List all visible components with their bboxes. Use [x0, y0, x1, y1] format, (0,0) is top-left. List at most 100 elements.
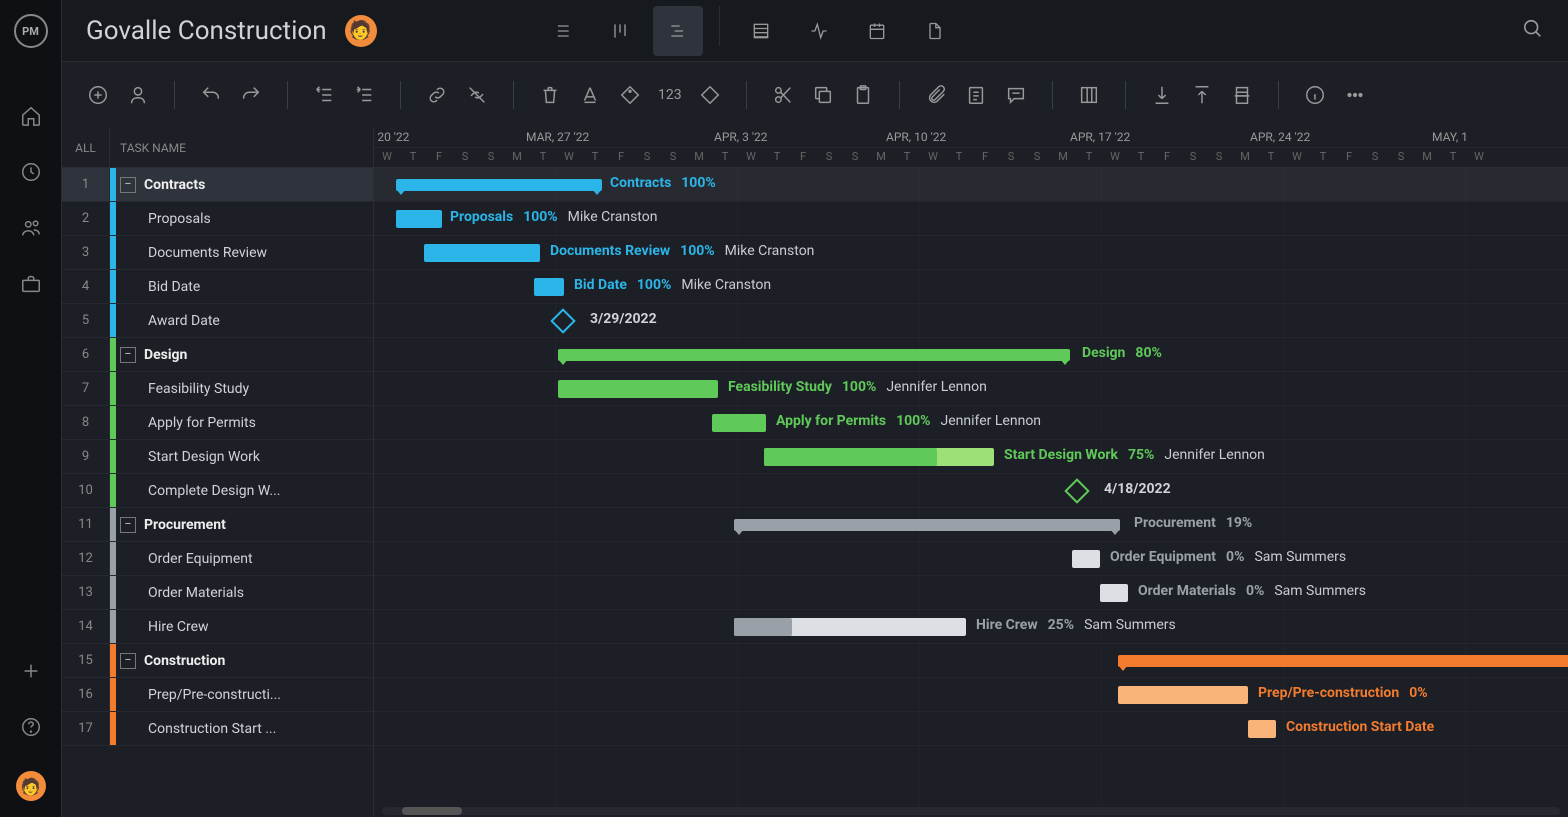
team-icon[interactable] [19, 216, 43, 240]
task-row[interactable]: 3Documents Review [62, 236, 373, 270]
milestone-marker[interactable] [1064, 478, 1089, 503]
task-bar[interactable] [1100, 584, 1128, 602]
gantt-row[interactable]: 3/29/2022 [374, 304, 1568, 338]
outdent-icon[interactable] [312, 83, 336, 107]
horizontal-scrollbar[interactable] [382, 807, 1560, 815]
gantt-row[interactable]: Contracts100% [374, 168, 1568, 202]
gantt-row[interactable]: Hire Crew25%Sam Summers [374, 610, 1568, 644]
gantt-row[interactable]: Construction Start Date [374, 712, 1568, 746]
collapse-toggle[interactable]: − [120, 517, 136, 533]
task-row[interactable]: 12Order Equipment [62, 542, 373, 576]
task-bar[interactable] [1072, 550, 1100, 568]
collapse-toggle[interactable]: − [120, 347, 136, 363]
search-icon[interactable] [1522, 18, 1544, 44]
task-bar[interactable] [424, 244, 540, 262]
user-avatar[interactable]: 🧑 [16, 771, 46, 801]
list-view-tab[interactable] [537, 6, 587, 56]
task-bar[interactable] [712, 414, 766, 432]
indent-icon[interactable] [352, 83, 376, 107]
import-icon[interactable] [1150, 83, 1174, 107]
gantt-row[interactable]: Proposals100%Mike Cranston [374, 202, 1568, 236]
gantt-row[interactable]: Prep/Pre-construction0% [374, 678, 1568, 712]
task-bar[interactable] [558, 380, 718, 398]
gantt-row[interactable]: Documents Review100%Mike Cranston [374, 236, 1568, 270]
gantt-row[interactable]: Start Design Work75%Jennifer Lennon [374, 440, 1568, 474]
task-bar[interactable] [396, 210, 442, 228]
task-row[interactable]: 7Feasibility Study [62, 372, 373, 406]
attach-icon[interactable] [924, 83, 948, 107]
gantt-row[interactable]: Apply for Permits100%Jennifer Lennon [374, 406, 1568, 440]
export-icon[interactable] [1190, 83, 1214, 107]
print-icon[interactable] [1230, 83, 1254, 107]
add-icon[interactable] [19, 659, 43, 683]
task-row[interactable]: 15−Construction [62, 644, 373, 678]
board-view-tab[interactable] [595, 6, 645, 56]
project-owner-avatar[interactable]: 🧑 [345, 15, 377, 47]
task-row[interactable]: 10Complete Design W... [62, 474, 373, 508]
summary-bar[interactable] [1118, 655, 1568, 667]
notes-icon[interactable] [964, 83, 988, 107]
task-bar[interactable] [1118, 686, 1248, 704]
gantt-row[interactable]: Procurement19% [374, 508, 1568, 542]
task-row[interactable]: 8Apply for Permits [62, 406, 373, 440]
comment-icon[interactable] [1004, 83, 1028, 107]
gantt-view-tab[interactable] [653, 6, 703, 56]
cut-icon[interactable] [771, 83, 795, 107]
collapse-toggle[interactable]: − [120, 653, 136, 669]
milestone-marker[interactable] [550, 308, 575, 333]
task-row[interactable]: 9Start Design Work [62, 440, 373, 474]
more-icon[interactable] [1343, 83, 1367, 107]
gantt-row[interactable]: Order Materials0%Sam Summers [374, 576, 1568, 610]
unlink-icon[interactable] [465, 83, 489, 107]
summary-bar[interactable] [396, 179, 602, 191]
task-row[interactable]: 13Order Materials [62, 576, 373, 610]
help-icon[interactable] [19, 715, 43, 739]
tag-icon[interactable] [618, 83, 642, 107]
briefcase-icon[interactable] [19, 272, 43, 296]
columns-icon[interactable] [1077, 83, 1101, 107]
task-row[interactable]: 5Award Date [62, 304, 373, 338]
text-style-icon[interactable] [578, 83, 602, 107]
home-icon[interactable] [19, 104, 43, 128]
info-icon[interactable] [1303, 83, 1327, 107]
paste-icon[interactable] [851, 83, 875, 107]
app-logo[interactable]: PM [14, 14, 48, 48]
milestone-icon[interactable] [698, 83, 722, 107]
gantt-row[interactable]: Design80% [374, 338, 1568, 372]
link-icon[interactable] [425, 83, 449, 107]
task-row[interactable]: 14Hire Crew [62, 610, 373, 644]
gantt-row[interactable]: Order Equipment0%Sam Summers [374, 542, 1568, 576]
redo-icon[interactable] [239, 83, 263, 107]
activity-view-tab[interactable] [794, 6, 844, 56]
col-all-header[interactable]: ALL [62, 128, 110, 167]
files-view-tab[interactable] [910, 6, 960, 56]
task-bar[interactable] [764, 448, 994, 466]
task-bar[interactable] [534, 278, 564, 296]
undo-icon[interactable] [199, 83, 223, 107]
delete-icon[interactable] [538, 83, 562, 107]
task-bar[interactable] [734, 618, 966, 636]
calendar-view-tab[interactable] [852, 6, 902, 56]
assign-icon[interactable] [126, 83, 150, 107]
gantt-row[interactable]: Bid Date100%Mike Cranston [374, 270, 1568, 304]
task-row[interactable]: 1−Contracts [62, 168, 373, 202]
collapse-toggle[interactable]: − [120, 177, 136, 193]
gantt-row[interactable]: Construction [374, 644, 1568, 678]
gantt-chart[interactable]: , 20 '22MAR, 27 '22APR, 3 '22APR, 10 '22… [374, 128, 1568, 817]
task-row[interactable]: 16Prep/Pre-constructi... [62, 678, 373, 712]
col-name-header[interactable]: TASK NAME [110, 128, 373, 167]
gantt-row[interactable]: 4/18/2022 [374, 474, 1568, 508]
task-row[interactable]: 2Proposals [62, 202, 373, 236]
summary-bar[interactable] [734, 519, 1120, 531]
task-row[interactable]: 11−Procurement [62, 508, 373, 542]
copy-icon[interactable] [811, 83, 835, 107]
clock-icon[interactable] [19, 160, 43, 184]
sheet-view-tab[interactable] [736, 6, 786, 56]
task-row[interactable]: 4Bid Date [62, 270, 373, 304]
task-bar[interactable] [1248, 720, 1276, 738]
add-task-icon[interactable] [86, 83, 110, 107]
task-row[interactable]: 17Construction Start ... [62, 712, 373, 746]
task-row[interactable]: 6−Design [62, 338, 373, 372]
gantt-row[interactable]: Feasibility Study100%Jennifer Lennon [374, 372, 1568, 406]
summary-bar[interactable] [558, 349, 1070, 361]
